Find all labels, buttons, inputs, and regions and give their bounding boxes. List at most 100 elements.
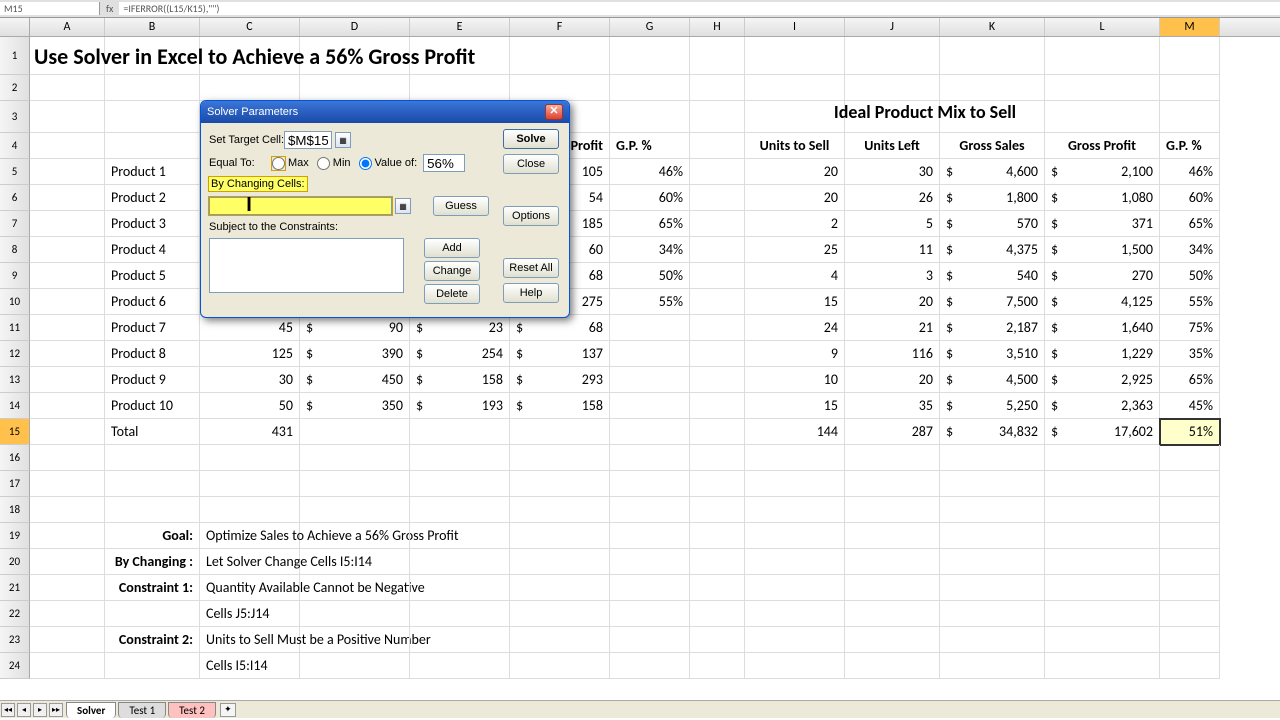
hdr-gross-profit[interactable]: Gross Profit: [1045, 133, 1160, 159]
add-button[interactable]: Add: [424, 238, 480, 258]
hdr-gp[interactable]: G.P. %: [610, 133, 690, 159]
row-12[interactable]: 12: [0, 341, 30, 367]
row-19[interactable]: 19: [0, 523, 30, 549]
product-name[interactable]: Product 3: [105, 211, 200, 237]
goal-text[interactable]: Optimize Sales to Achieve a 56% Gross Pr…: [200, 523, 300, 549]
total-c[interactable]: 431: [200, 419, 300, 445]
row-8[interactable]: 8: [0, 237, 30, 263]
row-7[interactable]: 7: [0, 211, 30, 237]
row-13[interactable]: 13: [0, 367, 30, 393]
product-name[interactable]: Product 1: [105, 159, 200, 185]
col-M[interactable]: M: [1160, 18, 1220, 36]
total-label[interactable]: Total: [105, 419, 200, 445]
col-I[interactable]: I: [745, 18, 845, 36]
radio-max[interactable]: [272, 157, 285, 170]
options-button[interactable]: Options: [503, 206, 559, 226]
constraint2-label[interactable]: Constraint 2:: [105, 627, 200, 653]
formula-input[interactable]: =IFERROR((L15/K15),""): [119, 2, 1280, 15]
bychanging-label[interactable]: By Changing :: [105, 549, 200, 575]
product-name[interactable]: Product 8: [105, 341, 200, 367]
col-C[interactable]: C: [200, 18, 300, 36]
product-name[interactable]: Product 6: [105, 289, 200, 315]
product-name[interactable]: Product 4: [105, 237, 200, 263]
row-4[interactable]: 4: [0, 133, 30, 159]
constraint2-text[interactable]: Units to Sell Must be a Positive Number: [200, 627, 300, 653]
row-10[interactable]: 10: [0, 289, 30, 315]
hdr-gross-sales[interactable]: Gross Sales: [940, 133, 1045, 159]
constraint1-cells[interactable]: Cells J5:J14: [200, 601, 300, 627]
col-K[interactable]: K: [940, 18, 1045, 36]
dialog-titlebar[interactable]: Solver Parameters ✕: [201, 101, 569, 123]
constraint1-label[interactable]: Constraint 1:: [105, 575, 200, 601]
row-1[interactable]: 1: [0, 37, 30, 75]
goal-label[interactable]: Goal:: [105, 523, 200, 549]
row-21[interactable]: 21: [0, 575, 30, 601]
bychanging-text[interactable]: Let Solver Change Cells I5:I14: [200, 549, 300, 575]
range-picker-icon[interactable]: ▦: [395, 198, 411, 214]
col-D[interactable]: D: [300, 18, 410, 36]
product-name[interactable]: Product 10: [105, 393, 200, 419]
constraint2-cells[interactable]: Cells I5:I14: [200, 653, 300, 679]
col-A[interactable]: A: [30, 18, 105, 36]
row-22[interactable]: 22: [0, 601, 30, 627]
row-11[interactable]: 11: [0, 315, 30, 341]
changing-cells-input[interactable]: [209, 197, 392, 215]
col-H[interactable]: H: [690, 18, 745, 36]
close-icon[interactable]: ✕: [545, 104, 563, 120]
col-G[interactable]: G: [610, 18, 690, 36]
hdr-gp2[interactable]: G.P. %: [1160, 133, 1220, 159]
column-headers: A B C D E F G H I J K L M: [0, 18, 1280, 37]
delete-button[interactable]: Delete: [424, 284, 480, 304]
help-button[interactable]: Help: [503, 283, 559, 303]
new-sheet-icon[interactable]: ✦: [220, 703, 236, 717]
col-B[interactable]: B: [105, 18, 200, 36]
col-E[interactable]: E: [410, 18, 510, 36]
total-k[interactable]: $34,832: [940, 419, 1045, 445]
reset-all-button[interactable]: Reset All: [503, 258, 559, 278]
row-24[interactable]: 24: [0, 653, 30, 679]
product-name[interactable]: Product 5: [105, 263, 200, 289]
row-23[interactable]: 23: [0, 627, 30, 653]
hdr-units-sell[interactable]: Units to Sell: [745, 133, 845, 159]
total-m-selected[interactable]: 51%: [1160, 419, 1220, 445]
tab-nav[interactable]: ◂◂◂▸▸▸: [0, 703, 64, 717]
change-button[interactable]: Change: [424, 261, 480, 281]
tab-solver[interactable]: Solver: [66, 702, 116, 718]
product-name[interactable]: Product 9: [105, 367, 200, 393]
row-20[interactable]: 20: [0, 549, 30, 575]
row-6[interactable]: 6: [0, 185, 30, 211]
product-name[interactable]: Product 7: [105, 315, 200, 341]
range-picker-icon[interactable]: ▦: [335, 132, 351, 148]
row-17[interactable]: 17: [0, 471, 30, 497]
row-16[interactable]: 16: [0, 445, 30, 471]
target-cell-input[interactable]: [284, 131, 332, 149]
name-box[interactable]: M15: [0, 2, 100, 15]
row-9[interactable]: 9: [0, 263, 30, 289]
select-all-corner[interactable]: [0, 18, 30, 36]
row-14[interactable]: 14: [0, 393, 30, 419]
product-name[interactable]: Product 2: [105, 185, 200, 211]
row-5[interactable]: 5: [0, 159, 30, 185]
col-F[interactable]: F: [510, 18, 610, 36]
guess-button[interactable]: Guess: [433, 196, 489, 216]
tab-test2[interactable]: Test 2: [168, 702, 216, 718]
row-18[interactable]: 18: [0, 497, 30, 523]
tab-test1[interactable]: Test 1: [118, 702, 166, 718]
constraint1-text[interactable]: Quantity Available Cannot be Negative: [200, 575, 300, 601]
total-i[interactable]: 144: [745, 419, 845, 445]
row-15[interactable]: 15: [0, 419, 30, 445]
total-l[interactable]: $17,602: [1045, 419, 1160, 445]
radio-value-of[interactable]: [359, 157, 372, 170]
close-button[interactable]: Close: [503, 154, 559, 174]
col-L[interactable]: L: [1045, 18, 1160, 36]
row-2[interactable]: 2: [0, 75, 30, 101]
col-J[interactable]: J: [845, 18, 940, 36]
constraints-listbox[interactable]: [209, 238, 404, 293]
total-j[interactable]: 287: [845, 419, 940, 445]
fx-icon[interactable]: fx: [100, 2, 119, 15]
row-3[interactable]: 3: [0, 101, 30, 133]
hdr-units-left[interactable]: Units Left: [845, 133, 940, 159]
value-of-input[interactable]: [423, 154, 465, 172]
solve-button[interactable]: Solve: [503, 129, 559, 149]
radio-min[interactable]: [317, 157, 330, 170]
